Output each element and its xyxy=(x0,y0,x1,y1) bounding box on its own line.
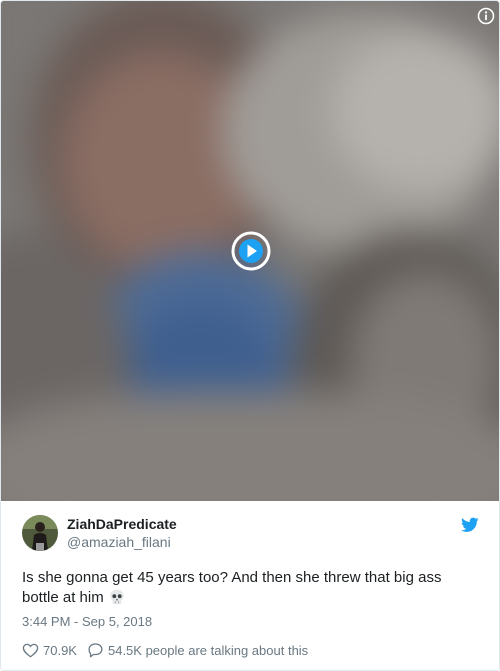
tweet-text-body: Is she gonna get 45 years too? And then … xyxy=(22,569,442,606)
heart-icon[interactable] xyxy=(22,642,39,658)
skull-emoji-icon xyxy=(109,589,124,604)
tweet-text: Is she gonna get 45 years too? And then … xyxy=(22,568,482,608)
video-player[interactable] xyxy=(1,1,499,501)
reply-bubble-icon[interactable] xyxy=(87,642,104,658)
tweet-timestamp[interactable]: 3:44 PM - Sep 5, 2018 xyxy=(22,614,152,629)
avatar[interactable] xyxy=(22,515,58,551)
tweet-content: ZiahDaPredicate @amaziah_filani Is she g… xyxy=(1,501,499,670)
user-handle[interactable]: @amaziah_filani xyxy=(67,534,171,550)
twitter-bird-icon[interactable] xyxy=(461,517,479,533)
embedded-tweet-card: ZiahDaPredicate @amaziah_filani Is she g… xyxy=(0,0,500,671)
like-count[interactable]: 70.9K xyxy=(43,643,77,658)
replies-text[interactable]: 54.5K people are talking about this xyxy=(108,643,308,658)
tweet-actions: 70.9K 54.5K people are talking about thi… xyxy=(22,641,308,659)
info-icon[interactable] xyxy=(477,7,495,25)
play-icon[interactable] xyxy=(231,231,271,271)
display-name[interactable]: ZiahDaPredicate xyxy=(67,516,177,532)
